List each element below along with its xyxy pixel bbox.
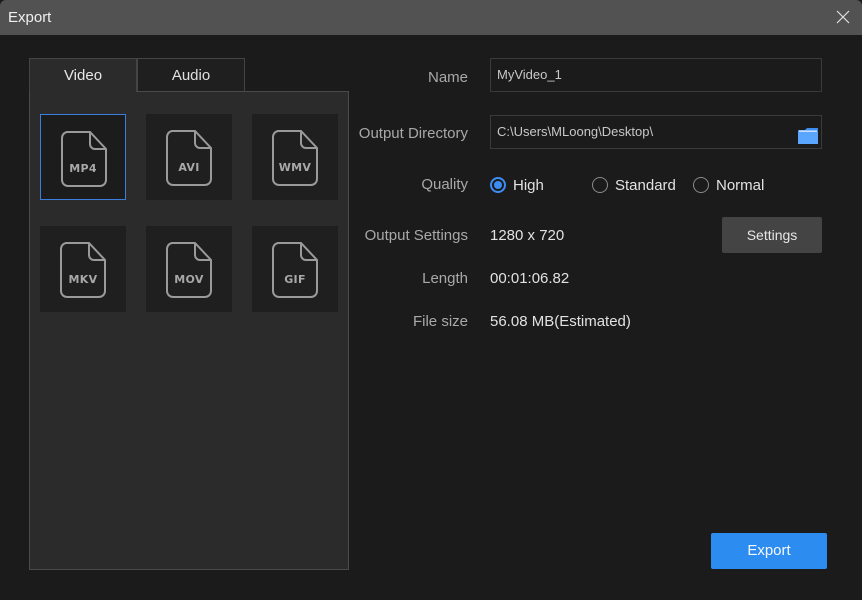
radio-label: High [513,176,544,194]
tab-video[interactable]: Video [29,58,137,92]
tab-audio[interactable]: Audio [137,58,245,92]
output-directory-label: Output Directory [358,125,468,142]
format-mp4[interactable]: MP4 [40,114,126,200]
name-input[interactable]: MyVideo_1 [490,58,822,92]
format-label: MP4 [69,162,97,175]
format-label: MKV [68,273,98,286]
file-icon [60,242,106,298]
format-label: GIF [284,273,306,286]
window-title: Export [8,9,52,26]
file-icon [272,242,318,298]
quality-high-radio[interactable]: High [490,176,544,194]
radio-indicator [693,177,709,193]
file-icon [61,131,107,187]
radio-indicator [592,177,608,193]
file-icon [166,130,212,186]
file-icon [272,130,318,186]
format-label: WMV [278,161,312,174]
title-bar: Export [0,0,862,35]
quality-standard-radio[interactable]: Standard [592,176,676,194]
length-value: 00:01:06.82 [490,270,570,287]
file-size-value: 56.08 MB(Estimated) [490,313,631,330]
output-settings-value: 1280 x 720 [490,227,565,244]
quality-normal-radio[interactable]: Normal [693,176,764,194]
file-size-label: File size [412,313,468,330]
format-wmv[interactable]: WMV [252,114,338,200]
radio-label: Normal [716,176,765,194]
format-gif[interactable]: GIF [252,226,338,312]
format-mkv[interactable]: MKV [40,226,126,312]
file-icon [166,242,212,298]
folder-icon[interactable] [798,124,818,144]
length-label: Length [422,270,468,287]
output-directory-value: C:\Users\MLoong\Desktop\ [497,124,654,139]
format-avi[interactable]: AVI [146,114,232,200]
format-label: MOV [174,273,204,286]
format-label: AVI [178,161,200,174]
name-label: Name [427,69,468,86]
quality-label: Quality [421,176,468,193]
export-button[interactable]: Export [711,533,827,569]
close-icon[interactable] [836,10,850,24]
output-directory-input[interactable]: C:\Users\MLoong\Desktop\ [490,115,822,149]
radio-indicator [490,177,506,193]
output-settings-label: Output Settings [364,227,468,244]
format-mov[interactable]: MOV [146,226,232,312]
radio-label: Standard [615,176,676,194]
settings-button[interactable]: Settings [722,217,822,253]
